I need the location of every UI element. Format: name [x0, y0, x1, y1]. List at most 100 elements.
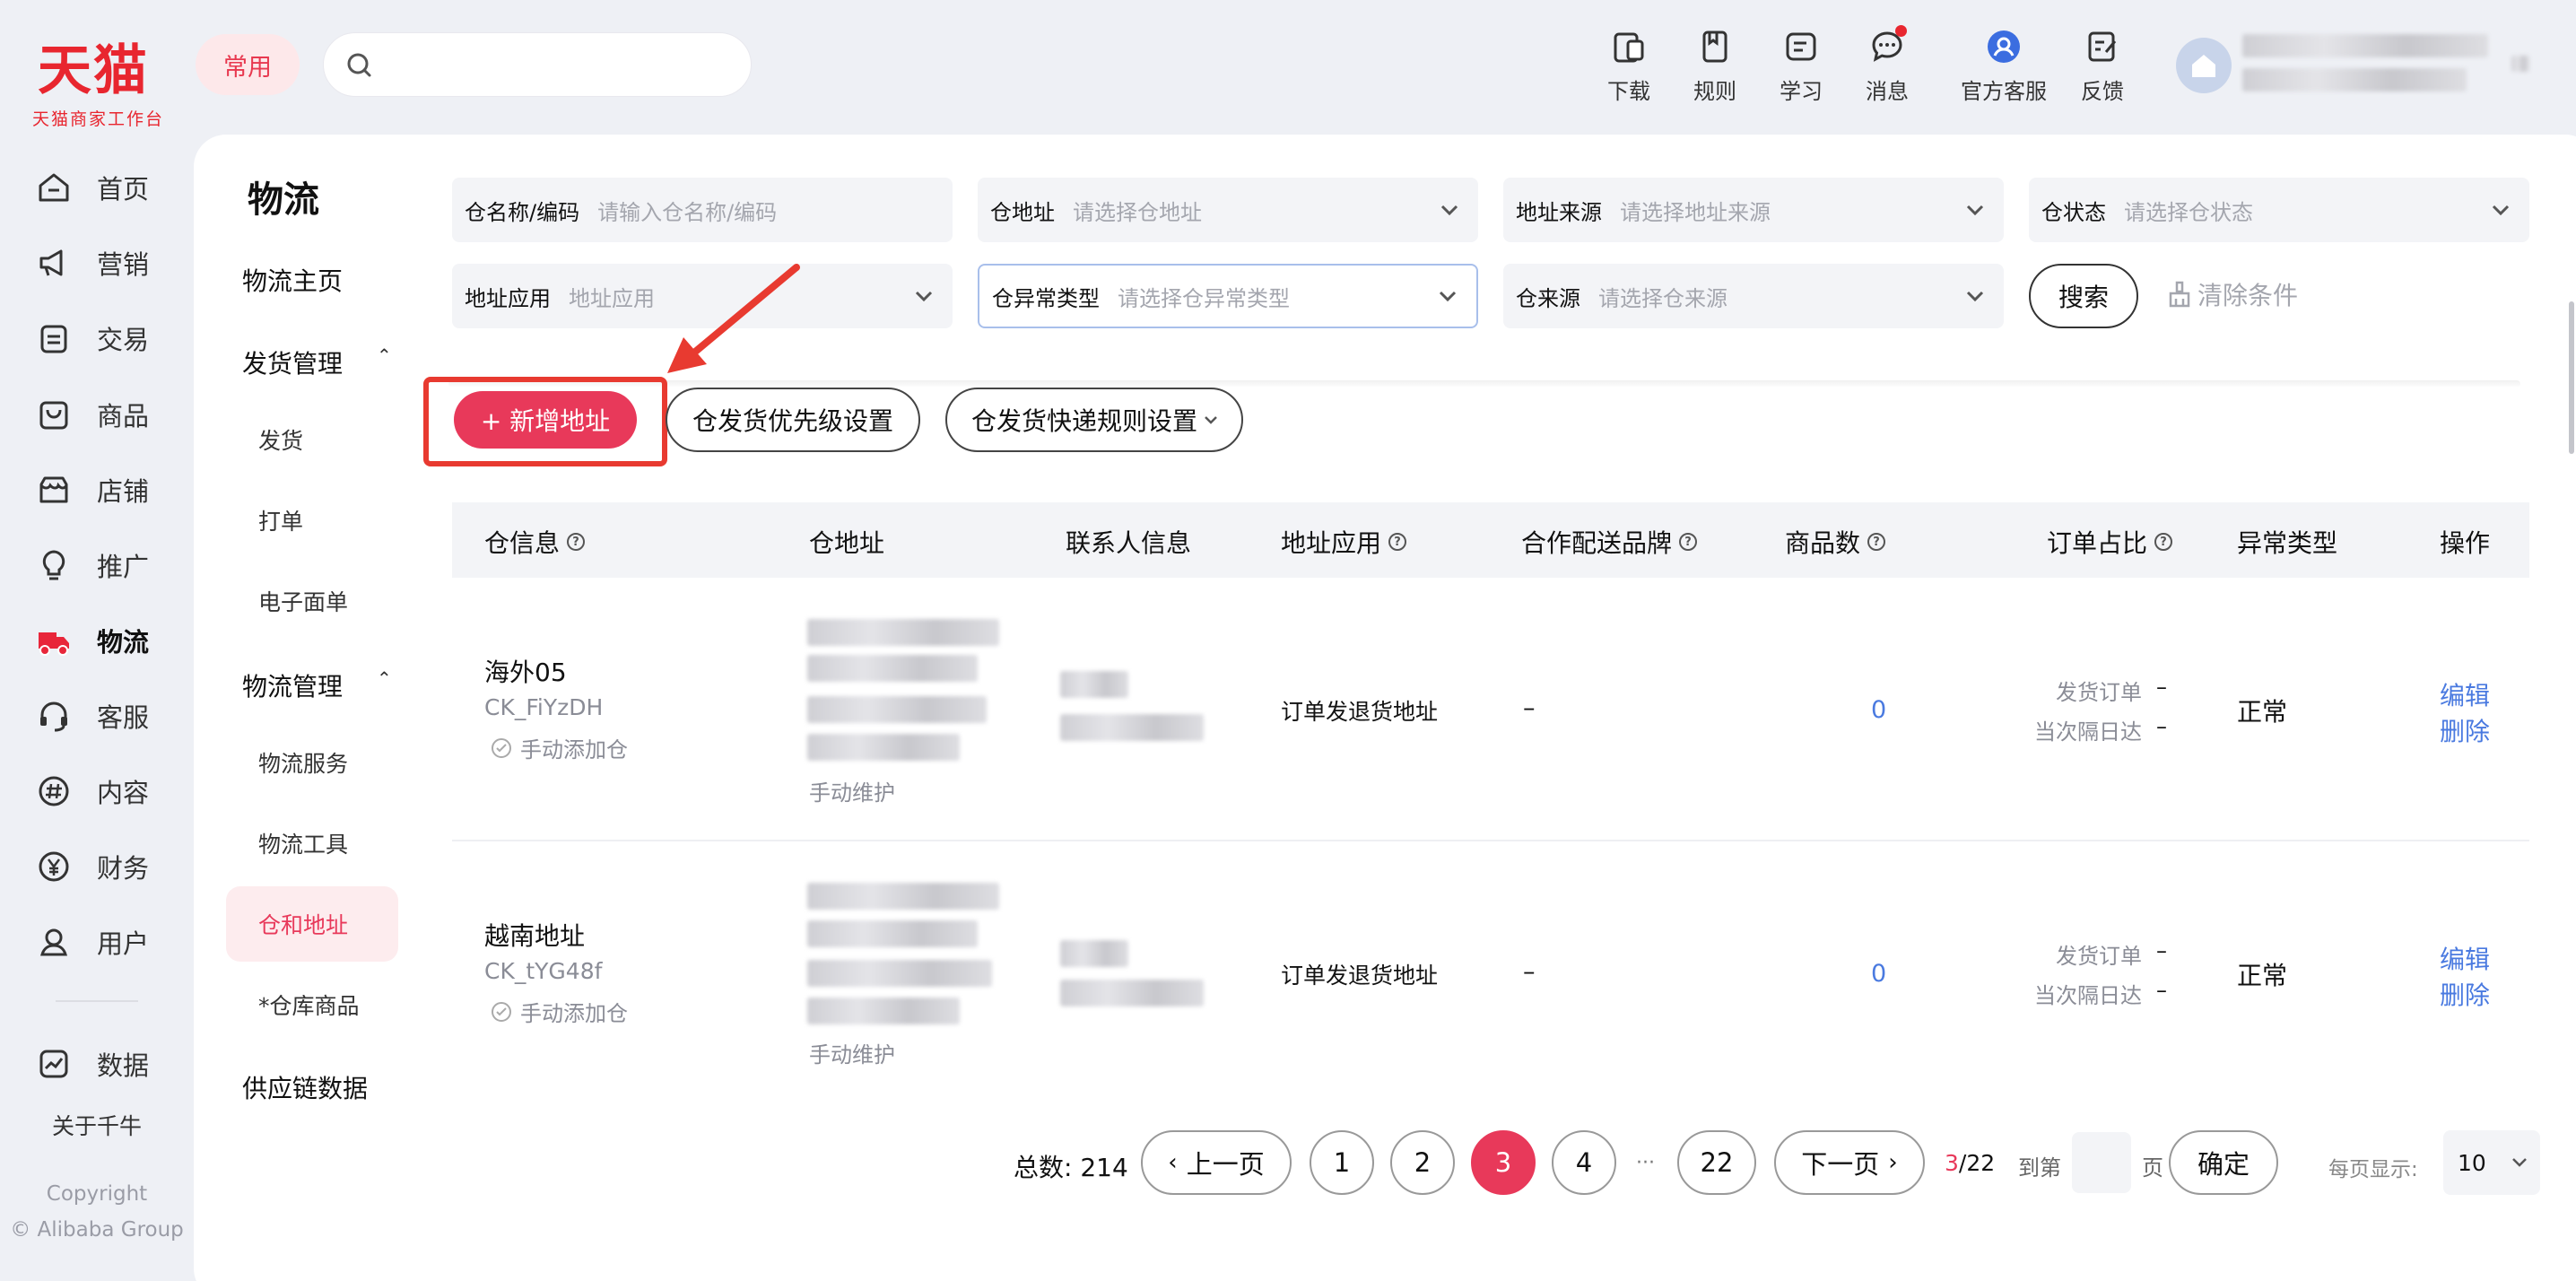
sidebar-item-customer-service[interactable]: 客服 — [36, 696, 188, 736]
copyright-line-2: © Alibaba Group — [10, 1218, 184, 1242]
goto-confirm-button[interactable]: 确定 — [2169, 1130, 2278, 1195]
help-icon[interactable]: ? — [567, 533, 586, 551]
subnav-group-logistics-mgmt[interactable]: 物流管理 — [242, 667, 343, 703]
prev-page-button[interactable]: ‹ 上一页 — [1141, 1130, 1292, 1195]
sidebar-item-logistics[interactable]: 物流 — [36, 621, 188, 660]
goto-page-input[interactable] — [2072, 1132, 2131, 1193]
filter-exception-type[interactable]: 仓异常类型 请选择仓异常类型 — [978, 264, 1478, 328]
filter-label: 地址应用 — [465, 285, 551, 311]
exception-status: 正常 — [2237, 697, 2288, 727]
delete-link[interactable]: 删除 — [2440, 976, 2490, 1012]
filter-warehouse-status[interactable]: 仓状态 请选择仓状态 — [2029, 178, 2529, 242]
subnav-item-logistics-tools[interactable]: 物流工具 — [258, 827, 348, 859]
sidebar-item-user[interactable]: 用户 — [36, 922, 188, 962]
about-qianniu-link[interactable]: 关于千牛 — [0, 1109, 194, 1141]
sidebar-item-content[interactable]: 内容 — [36, 771, 188, 811]
feedback-icon — [2084, 29, 2120, 65]
filter-address-source[interactable]: 地址来源 请选择地址来源 — [1503, 178, 2004, 242]
user-icon — [36, 924, 72, 960]
help-icon[interactable]: ? — [2154, 533, 2173, 551]
subnav-item-logistics-service[interactable]: 物流服务 — [258, 746, 348, 779]
toolbar-download[interactable]: 下载 — [1584, 29, 1674, 105]
filter-label: 仓异常类型 — [992, 285, 1100, 311]
th-label: 合作配送品牌 — [1521, 528, 1673, 558]
chevron-up-icon[interactable]: ⌃ — [377, 667, 392, 689]
toolbar-rules[interactable]: 规则 — [1670, 29, 1760, 105]
page-button-22[interactable]: 22 — [1677, 1130, 1756, 1195]
redacted-address — [807, 998, 960, 1024]
filter-warehouse-name[interactable]: 仓名称/编码 请输入仓名称/编码 — [452, 178, 953, 242]
tmall-logo[interactable]: 天猫 — [38, 39, 149, 102]
help-icon[interactable]: ? — [1388, 533, 1407, 551]
filter-warehouse-origin[interactable]: 仓来源 请选择仓来源 — [1503, 264, 2004, 328]
sidebar-item-marketing[interactable]: 营销 — [36, 243, 188, 283]
sidebar-item-product[interactable]: 商品 — [36, 395, 188, 434]
redacted-address — [807, 655, 978, 682]
subnav-item-print[interactable]: 打单 — [258, 504, 303, 536]
chevron-down-icon — [1439, 291, 1457, 302]
th-warehouse-address: 仓地址 — [809, 524, 884, 560]
goods-count-link[interactable]: 0 — [1871, 960, 1886, 988]
sidebar-item-home[interactable]: 首页 — [36, 168, 188, 207]
subnav-group-shipping[interactable]: 发货管理 — [242, 344, 343, 380]
chevron-down-icon — [1205, 416, 1217, 424]
page-button-3-current[interactable]: 3 — [1471, 1130, 1536, 1195]
page-button-2[interactable]: 2 — [1390, 1130, 1455, 1195]
clear-conditions-button[interactable]: 清除条件 — [2167, 276, 2298, 312]
redacted-address — [807, 960, 992, 987]
sidebar-item-data[interactable]: 数据 — [36, 1044, 188, 1084]
sidebar-item-promotion[interactable]: 推广 — [36, 545, 188, 585]
edit-link[interactable]: 编辑 — [2440, 676, 2490, 712]
chevron-up-icon[interactable]: ⌃ — [377, 344, 392, 366]
delete-link[interactable]: 删除 — [2440, 712, 2490, 748]
user-avatar[interactable] — [2176, 38, 2232, 93]
page-scrollbar[interactable] — [2569, 301, 2574, 454]
exception-status: 正常 — [2237, 961, 2288, 990]
sidebar-item-transaction[interactable]: 交易 — [36, 318, 188, 358]
table-row — [452, 841, 2529, 1084]
toolbar-customer-service[interactable]: 官方客服 — [1950, 29, 2058, 105]
help-icon[interactable]: ? — [1679, 533, 1698, 551]
subnav-supply-chain-data[interactable]: 供应链数据 — [242, 1069, 368, 1105]
subnav-item-ship[interactable]: 发货 — [258, 423, 303, 456]
th-label: 仓地址 — [809, 528, 885, 558]
search-input[interactable] — [387, 46, 736, 85]
edit-link[interactable]: 编辑 — [2440, 940, 2490, 976]
sidebar-item-label: 内容 — [97, 778, 150, 808]
redacted-address — [807, 883, 999, 910]
subnav-logistics-home[interactable]: 物流主页 — [242, 262, 343, 298]
help-icon[interactable]: ? — [1867, 533, 1886, 551]
sidebar-item-shop[interactable]: 店铺 — [36, 470, 188, 510]
delivery-brand: – — [1523, 694, 1536, 722]
toolbar-message[interactable]: 消息 — [1842, 25, 1932, 105]
toolbar-learn[interactable]: 学习 — [1756, 29, 1846, 105]
th-operation: 操作 — [2440, 524, 2490, 560]
page-button-4[interactable]: 4 — [1552, 1130, 1616, 1195]
goto-label: 到第 — [2018, 1155, 2061, 1181]
subnav-item-warehouse-goods[interactable]: *仓库商品 — [258, 989, 360, 1021]
common-menu-button[interactable]: 常用 — [196, 34, 300, 95]
page-unit-label: 页 — [2142, 1155, 2163, 1181]
shop-icon — [36, 472, 72, 508]
warehouse-priority-setting-button[interactable]: 仓发货优先级设置 — [666, 388, 920, 452]
filter-warehouse-address[interactable]: 仓地址 请选择仓地址 — [978, 178, 1478, 242]
per-page-value: 10 — [2458, 1149, 2486, 1176]
next-page-button[interactable]: 下一页 › — [1774, 1130, 1925, 1195]
annotation-arrow-icon — [667, 264, 800, 373]
redacted-contact-name — [1060, 940, 1128, 967]
subnav-item-warehouse-address[interactable]: 仓和地址 — [258, 908, 348, 940]
table-row — [452, 580, 2529, 838]
next-day-value: – — [2156, 714, 2167, 739]
sidebar-item-finance[interactable]: 财务 — [36, 847, 188, 886]
subnav-item-eorder[interactable]: 电子面单 — [258, 585, 348, 617]
search-button[interactable]: 搜索 — [2029, 264, 2138, 328]
warehouse-express-rules-button[interactable]: 仓发货快递规则设置 — [945, 388, 1243, 452]
sidebar-item-label: 财务 — [97, 853, 150, 884]
goods-count-link[interactable]: 0 — [1871, 696, 1886, 724]
page-button-1[interactable]: 1 — [1310, 1130, 1374, 1195]
per-page-select[interactable]: 10 — [2443, 1130, 2540, 1195]
global-search-box[interactable] — [323, 32, 752, 97]
sidebar-item-label: 推广 — [97, 552, 150, 582]
th-label: 异常类型 — [2237, 528, 2338, 558]
toolbar-feedback[interactable]: 反馈 — [2058, 29, 2147, 105]
